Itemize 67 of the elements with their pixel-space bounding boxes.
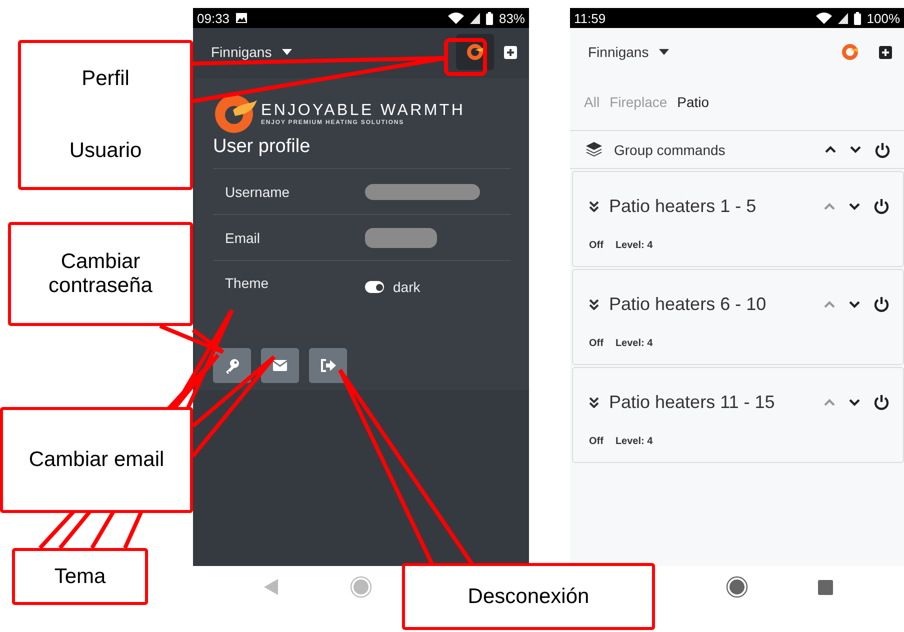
plus-icon[interactable] xyxy=(879,46,892,58)
brand-logo-icon xyxy=(213,94,257,134)
battery-percent: 100% xyxy=(866,10,900,26)
group-commands-label: Group commands xyxy=(614,142,726,158)
category-tab[interactable]: Patio xyxy=(677,94,710,110)
double-chevron-icon[interactable] xyxy=(589,298,599,310)
location-name[interactable]: Finnigans xyxy=(211,44,272,60)
logout-button[interactable] xyxy=(309,348,347,383)
chevron-down-icon[interactable] xyxy=(849,300,860,308)
heater-state: Off xyxy=(589,338,604,349)
plus-icon[interactable] xyxy=(504,46,517,58)
change-email-button[interactable] xyxy=(261,348,299,383)
caret-icon xyxy=(282,49,292,55)
heater-level: Level: 4 xyxy=(615,240,653,251)
location-name[interactable]: Finnigans xyxy=(588,44,649,60)
clock-time: 09:33 xyxy=(197,10,230,26)
power-icon[interactable] xyxy=(875,142,890,158)
callout-text: Usuario xyxy=(69,139,142,163)
change-password-button[interactable] xyxy=(213,348,251,383)
envelope-icon xyxy=(273,360,287,371)
field-label: Theme xyxy=(225,275,270,291)
battery-icon xyxy=(486,12,493,24)
power-icon[interactable] xyxy=(874,198,889,214)
callout-text: Perfil xyxy=(82,67,130,91)
power-icon[interactable] xyxy=(874,394,889,410)
key-icon xyxy=(224,358,240,374)
layers-icon xyxy=(586,142,602,157)
redacted-value xyxy=(365,228,437,248)
field-label: Username xyxy=(225,184,291,200)
wifi-icon xyxy=(448,12,464,24)
power-icon[interactable] xyxy=(874,296,889,312)
heater-name: Patio heaters 6 - 10 xyxy=(609,294,766,314)
callout-text: Tema xyxy=(54,564,106,588)
chevron-down-icon[interactable] xyxy=(850,146,861,153)
field-label: Email xyxy=(225,230,262,246)
callout-text: Cambiar email xyxy=(28,448,164,472)
heater-name: Patio heaters 1 - 5 xyxy=(609,196,756,216)
double-chevron-icon[interactable] xyxy=(589,396,599,408)
heater-level: Level: 4 xyxy=(615,338,653,349)
highlight-frame xyxy=(444,38,487,76)
theme-value: dark xyxy=(393,279,420,295)
callout-text: Desconexión xyxy=(468,584,590,608)
heater-level: Level: 4 xyxy=(615,436,653,447)
heater-state: Off xyxy=(589,436,604,447)
signal-icon xyxy=(470,12,480,24)
chevron-down-icon[interactable] xyxy=(849,202,860,210)
wifi-icon xyxy=(816,12,832,24)
theme-switch[interactable] xyxy=(365,281,384,293)
heater-name: Patio heaters 11 - 15 xyxy=(609,392,775,412)
flame-logo-icon[interactable] xyxy=(841,43,859,61)
page-title: User profile xyxy=(213,136,312,158)
logout-icon xyxy=(320,359,336,372)
image-icon xyxy=(236,13,247,23)
battery-percent: 83% xyxy=(498,10,525,26)
clock-time: 11:59 xyxy=(574,10,606,26)
flame-logo-icon xyxy=(466,43,484,61)
recents-icon[interactable] xyxy=(818,580,834,594)
callout-text: Cambiar contraseña xyxy=(48,250,154,298)
double-chevron-icon[interactable] xyxy=(589,200,599,212)
signal-icon xyxy=(838,12,848,24)
chevron-up-icon[interactable] xyxy=(825,146,836,153)
caret-icon xyxy=(658,49,669,55)
chevron-down-icon[interactable] xyxy=(849,398,860,406)
home-icon[interactable] xyxy=(726,576,748,598)
heater-state: Off xyxy=(589,240,604,251)
brand-name: ENJOYABLE WARMTH xyxy=(261,102,466,120)
battery-icon xyxy=(854,12,861,24)
